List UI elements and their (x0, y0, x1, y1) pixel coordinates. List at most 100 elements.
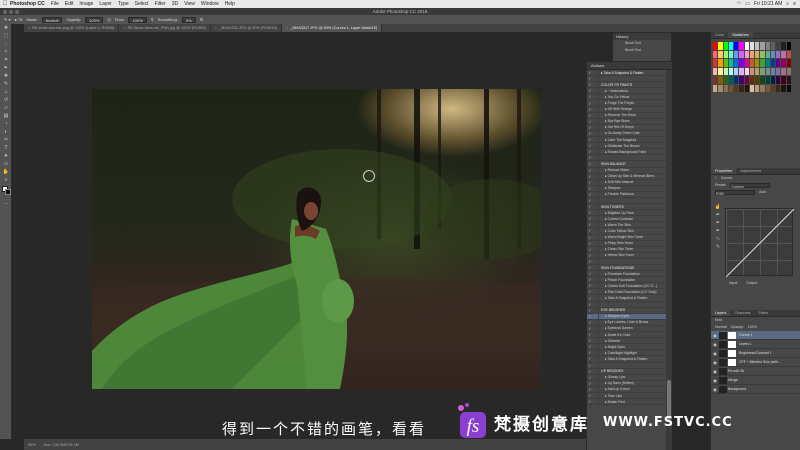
dialog-toggle[interactable] (593, 332, 599, 338)
doc-tab[interactable]: × RE-white-box-me.png @ 100% (Layer 0, RG… (24, 24, 120, 32)
eyedropper-icon[interactable]: ✒ (0, 64, 12, 72)
color-swatch[interactable] (786, 67, 791, 75)
dialog-toggle[interactable] (593, 246, 599, 252)
color-swatch[interactable] (744, 42, 749, 50)
color-swatch[interactable] (776, 50, 781, 58)
color-swatch[interactable] (786, 84, 791, 92)
layer-thumbnail[interactable] (719, 385, 727, 393)
clock[interactable]: Fri 10:21 AM (754, 1, 782, 7)
color-swatch[interactable] (765, 76, 770, 84)
menu-select[interactable]: Select (135, 1, 149, 7)
color-swatch[interactable] (749, 76, 755, 84)
brush-preset-icon[interactable]: ✎ ▾ (4, 17, 10, 22)
color-swatch[interactable] (765, 42, 770, 50)
color-swatch[interactable] (765, 67, 770, 75)
close-window-button[interactable] (3, 9, 7, 14)
color-swatch[interactable] (718, 59, 723, 67)
color-swatch[interactable] (728, 50, 734, 58)
gradient-icon[interactable]: ▤ (0, 112, 12, 120)
doc-tab-active[interactable]: × _MHA3317.JPG @ 50% (Curves 1, Layer Mas… (282, 24, 383, 32)
apple-icon[interactable]:  (0, 1, 10, 7)
visibility-eye-icon[interactable]: ◉ (711, 351, 719, 356)
layer-name[interactable]: Background (728, 387, 746, 391)
color-swatch[interactable] (739, 42, 744, 50)
gear-icon[interactable]: ⚙ (200, 17, 204, 22)
pencil-icon[interactable]: ✎ (713, 244, 723, 252)
dialog-toggle[interactable] (593, 258, 599, 264)
dialog-toggle[interactable] (593, 265, 599, 271)
menu-image[interactable]: Image (79, 1, 93, 7)
color-swatch[interactable] (770, 67, 776, 75)
color-swatch[interactable] (734, 50, 739, 58)
color-swatch[interactable] (723, 84, 728, 92)
color-swatch[interactable] (755, 59, 760, 67)
dialog-toggle[interactable] (593, 173, 599, 179)
menu-window[interactable]: Window (201, 1, 219, 7)
color-swatch[interactable] (744, 76, 749, 84)
auto-button[interactable]: Auto (759, 189, 766, 196)
white-eyedropper-icon[interactable]: ✒ (713, 228, 723, 236)
history-item[interactable]: Brush Tool (613, 40, 671, 47)
color-swatch[interactable] (755, 50, 760, 58)
color-swatch[interactable] (749, 50, 755, 58)
history-brush-icon[interactable]: ↺ (0, 96, 12, 104)
color-swatch[interactable] (776, 67, 781, 75)
visibility-eye-icon[interactable]: ◉ (711, 360, 719, 365)
color-swatch[interactable] (723, 50, 728, 58)
color-swatch[interactable] (734, 59, 739, 67)
layer-thumbnail[interactable] (719, 340, 727, 348)
dialog-toggle[interactable] (593, 240, 599, 246)
tab-adjustments[interactable]: Adjustments (736, 168, 765, 174)
clone-stamp-icon[interactable]: ⊥ (0, 88, 12, 96)
color-swatch[interactable] (744, 84, 749, 92)
visibility-eye-icon[interactable]: ◉ (711, 333, 719, 338)
layer-mask-thumbnail[interactable] (728, 340, 736, 348)
color-swatch[interactable] (713, 84, 718, 92)
maximize-window-button[interactable] (15, 9, 19, 14)
color-swatch[interactable] (744, 50, 749, 58)
black-eyedropper-icon[interactable]: ✒ (713, 212, 723, 220)
tab-swatches[interactable]: Swatches (728, 32, 753, 38)
curve-point-icon[interactable]: ∿ (713, 236, 723, 244)
dialog-toggle[interactable] (593, 143, 599, 149)
type-icon[interactable]: T (0, 144, 12, 152)
layer-name[interactable]: CPF + Blended Skin (with... (739, 360, 781, 364)
color-swatch[interactable] (786, 42, 791, 50)
color-swatch[interactable] (739, 84, 744, 92)
layer-row[interactable]: ◉ Brightness/Contrast 1 (711, 349, 800, 358)
color-swatch[interactable] (776, 59, 781, 67)
dialog-toggle[interactable] (593, 137, 599, 143)
layer-thumbnail[interactable] (719, 367, 727, 375)
dialog-toggle[interactable] (593, 380, 599, 386)
lasso-icon[interactable]: ◌ (0, 40, 12, 48)
dialog-toggle[interactable] (593, 271, 599, 277)
color-swatch[interactable] (723, 76, 728, 84)
on-image-adjust-icon[interactable]: ☝ (713, 204, 723, 212)
mode-select[interactable]: Normal (41, 16, 63, 23)
dialog-toggle[interactable] (593, 301, 599, 307)
tab-channels[interactable]: Channels (730, 310, 754, 316)
dodge-icon[interactable]: ◐ (0, 128, 12, 136)
color-swatch[interactable] (770, 84, 776, 92)
color-swatch[interactable] (755, 76, 760, 84)
color-swatch[interactable] (749, 84, 755, 92)
color-swatch[interactable] (723, 59, 728, 67)
dialog-toggle[interactable] (593, 112, 599, 118)
color-swatch[interactable] (765, 50, 770, 58)
layer-row[interactable]: ◉ Merge (711, 376, 800, 385)
color-swatch[interactable] (770, 50, 776, 58)
more-tools-icon[interactable]: ⋯ (0, 200, 12, 208)
color-swatch[interactable] (781, 59, 786, 67)
layer-thumbnail[interactable] (719, 349, 727, 357)
color-swatch[interactable] (723, 42, 728, 50)
close-icon[interactable]: × (215, 26, 217, 30)
dialog-toggle[interactable] (593, 338, 599, 344)
visibility-eye-icon[interactable]: ◉ (711, 342, 719, 347)
color-swatch[interactable] (718, 50, 723, 58)
color-swatch[interactable] (728, 76, 734, 84)
preset-select[interactable]: Custom (730, 183, 771, 189)
layer-row[interactable]: ◉ Curves 1 (711, 331, 800, 340)
layer-mask-thumbnail[interactable] (728, 358, 736, 366)
dialog-toggle[interactable] (593, 149, 599, 155)
color-swatch[interactable] (755, 84, 760, 92)
